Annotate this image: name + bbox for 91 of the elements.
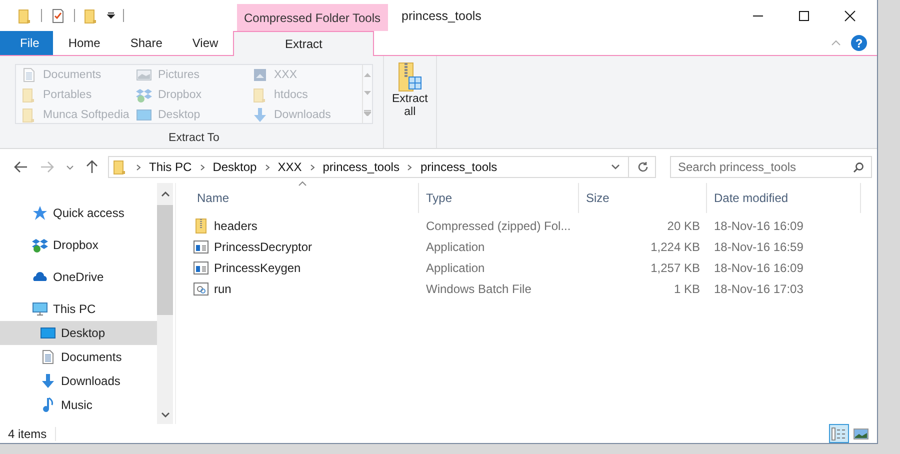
dropbox-icon xyxy=(32,237,48,253)
column-header[interactable]: Type xyxy=(419,183,579,213)
file-date: 18-Nov-16 17:03 xyxy=(713,282,804,296)
close-icon[interactable] xyxy=(844,10,856,22)
item-count: 4 items xyxy=(8,426,56,440)
picture-icon xyxy=(136,67,152,83)
breadcrumb-chevron-icon[interactable] xyxy=(136,164,141,170)
folder-icon xyxy=(21,87,37,103)
folder-icon xyxy=(83,8,99,24)
ribbon-tab[interactable]: File xyxy=(0,31,54,55)
nav-pane-item[interactable]: Documents xyxy=(0,345,157,369)
search-input[interactable]: Search princess_tools xyxy=(671,159,853,175)
ribbon-tab[interactable]: Extract xyxy=(233,31,374,56)
breadcrumb-chevron-icon[interactable] xyxy=(310,164,315,170)
nav-pane-item[interactable]: Dropbox xyxy=(0,233,157,257)
folder-icon xyxy=(112,159,128,175)
music-note-icon xyxy=(40,397,56,413)
star-icon xyxy=(32,205,48,221)
application-icon xyxy=(193,238,209,254)
recent-chevron-icon[interactable] xyxy=(66,164,74,170)
breadcrumb[interactable]: Desktop xyxy=(212,160,257,174)
breadcrumb-chevron-icon[interactable] xyxy=(200,164,205,170)
file-date: 18-Nov-16 16:09 xyxy=(713,260,804,274)
extract-all-button[interactable]: Extract all xyxy=(388,56,432,148)
file-name[interactable]: run xyxy=(190,280,419,296)
breadcrumb-chevron-icon[interactable] xyxy=(407,164,412,170)
scrollbar-thumb[interactable] xyxy=(157,205,173,315)
application-icon xyxy=(193,260,209,276)
window-title: princess_tools xyxy=(400,8,482,22)
scroll-up-icon[interactable] xyxy=(160,191,170,197)
sort-caret-icon xyxy=(298,181,307,186)
column-header[interactable]: Name xyxy=(190,183,419,213)
file-type: Application xyxy=(425,240,486,254)
group-label: Extract To xyxy=(168,132,220,144)
file-name[interactable]: PrincessDecryptor xyxy=(190,238,419,254)
breadcrumb-chevron-icon[interactable] xyxy=(264,164,270,170)
monitor-icon xyxy=(136,107,152,123)
context-tab-group: Compressed Folder Tools xyxy=(237,4,388,31)
ribbon-tab[interactable]: Share xyxy=(115,31,178,55)
zip-folder-icon xyxy=(396,61,424,93)
computer-icon xyxy=(32,301,48,317)
breadcrumb[interactable]: princess_tools xyxy=(420,160,498,174)
nav-pane-item[interactable]: OneDrive xyxy=(0,265,157,289)
file-name[interactable]: PrincessKeygen xyxy=(190,260,419,276)
nav-pane-item[interactable]: Quick access xyxy=(0,201,157,225)
file-date: 18-Nov-16 16:59 xyxy=(713,240,804,254)
file-size: 1 KB xyxy=(672,282,701,296)
document-icon xyxy=(21,67,37,83)
down-arrow-icon xyxy=(40,373,56,389)
details-view-button[interactable] xyxy=(829,424,849,443)
file-type: Windows Batch File xyxy=(425,282,532,296)
file-date: 18-Nov-16 16:09 xyxy=(713,218,804,232)
zip-folder-icon xyxy=(193,218,209,234)
nav-pane-item[interactable]: This PC xyxy=(0,297,157,321)
down-arrow-icon xyxy=(252,107,268,123)
search-field[interactable]: Search princess_tools xyxy=(670,156,872,178)
column-header[interactable]: Size xyxy=(579,183,707,213)
scroll-down-icon[interactable] xyxy=(160,412,170,418)
file-size: 1,257 KB xyxy=(650,260,701,274)
refresh-icon[interactable] xyxy=(637,161,649,173)
breadcrumb[interactable]: princess_tools xyxy=(322,160,400,174)
file-name[interactable]: headers xyxy=(190,218,419,234)
nav-pane-item[interactable]: Music xyxy=(0,393,157,417)
dropbox-icon xyxy=(136,87,152,103)
maximize-icon[interactable] xyxy=(798,10,810,22)
folder-icon xyxy=(21,107,37,123)
ribbon-tab[interactable]: View xyxy=(177,31,234,55)
document-icon xyxy=(40,349,56,365)
scrollbar[interactable] xyxy=(157,183,173,424)
search-icon xyxy=(853,162,864,172)
ribbon-tab[interactable]: Home xyxy=(53,31,116,55)
drive-icon xyxy=(252,67,268,83)
nav-pane-item[interactable]: Downloads xyxy=(0,369,157,393)
breadcrumb[interactable]: This PC xyxy=(149,160,192,174)
file-size: 1,224 KB xyxy=(650,240,701,254)
breadcrumb[interactable]: XXX xyxy=(278,160,302,174)
nav-pane-item[interactable]: Desktop xyxy=(0,321,157,345)
file-type: Compressed (zipped) Fol... xyxy=(425,218,572,232)
dropdown-chevron-icon[interactable] xyxy=(611,164,620,170)
file-type: Application xyxy=(425,260,486,274)
monitor-icon xyxy=(40,325,56,341)
up-arrow-icon[interactable] xyxy=(86,160,98,174)
address-bar[interactable]: This PC Desktop XXX princess_tools princess_tools xyxy=(108,156,656,178)
checklist-icon xyxy=(50,8,66,24)
file-size: 20 KB xyxy=(666,218,701,232)
help-icon[interactable]: ? xyxy=(851,35,867,51)
column-header[interactable]: Date modified xyxy=(707,183,861,213)
folder-icon xyxy=(17,8,33,24)
folder-icon xyxy=(252,87,268,103)
dropdown-icon[interactable] xyxy=(107,12,115,20)
back-arrow-icon[interactable] xyxy=(14,161,28,173)
